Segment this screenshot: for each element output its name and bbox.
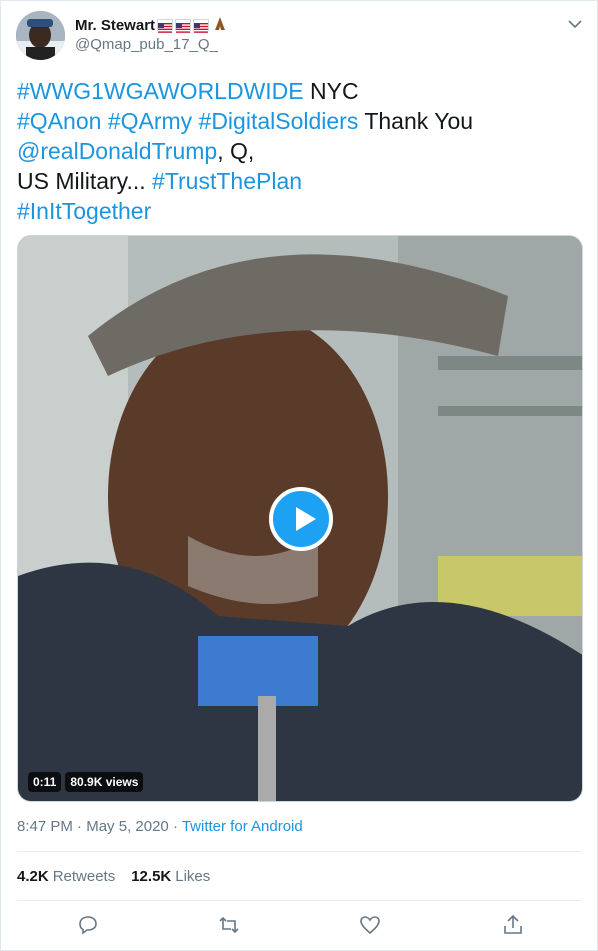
- video-duration: 0:11: [28, 772, 62, 792]
- retweet-icon[interactable]: [217, 913, 241, 937]
- hashtag-link[interactable]: #WWG1WGAWORLDWIDE: [17, 78, 304, 104]
- tweet-text-segment: US Military...: [17, 168, 153, 194]
- tweet-text-line: @realDonaldTrump, Q,: [17, 136, 577, 166]
- likes-stat[interactable]: 12.5K Likes: [131, 868, 210, 885]
- folded-hands-icon: [212, 16, 228, 35]
- tweet-text-segment: NYC: [303, 78, 359, 104]
- meta-separator: ·: [72, 818, 87, 835]
- us-flag-icon: [175, 19, 192, 33]
- share-icon[interactable]: [501, 913, 525, 937]
- tweet-text: #WWG1WGAWORLDWIDE NYC #QAnon #QArmy #Digi…: [17, 76, 577, 226]
- tweet-text-line: #QAnon #QArmy #DigitalSoldiers Thank You: [17, 106, 577, 136]
- tweet-stats: 4.2K Retweets 12.5K Likes: [17, 868, 210, 885]
- video-views: 80.9K views: [65, 772, 144, 792]
- hashtag-link[interactable]: #QAnon: [17, 108, 101, 134]
- avatar[interactable]: [16, 11, 65, 60]
- hashtag-link[interactable]: #InItTogether: [17, 198, 151, 224]
- play-button[interactable]: [269, 487, 333, 551]
- tweet-text-line: US Military... #TrustThePlan: [17, 166, 577, 196]
- tweet-source[interactable]: Twitter for Android: [182, 818, 303, 835]
- likes-label: Likes: [175, 868, 211, 885]
- hashtag-link[interactable]: #QArmy: [108, 108, 192, 134]
- hashtag-link[interactable]: #DigitalSoldiers: [199, 108, 359, 134]
- tweet-text-segment: , Q,: [217, 138, 255, 164]
- meta-separator: ·: [168, 818, 182, 835]
- chevron-down-icon[interactable]: [565, 14, 585, 34]
- tweet-text-line: #WWG1WGAWORLDWIDE NYC: [17, 76, 577, 106]
- us-flag-icon: [193, 19, 210, 33]
- tweet-text-line: #InItTogether: [17, 196, 577, 226]
- tweet-meta: 8:47 PM · May 5, 2020 · Twitter for Andr…: [17, 818, 303, 835]
- like-icon[interactable]: [358, 913, 382, 937]
- tweet-text-segment: Thank You: [358, 108, 474, 134]
- divider: [17, 900, 582, 901]
- divider: [17, 851, 582, 852]
- tweet-time[interactable]: 8:47 PM: [17, 818, 73, 835]
- retweets-count: 4.2K: [17, 868, 49, 885]
- us-flag-icon: [157, 19, 174, 33]
- mention-link[interactable]: @realDonaldTrump: [17, 138, 217, 164]
- display-name[interactable]: Mr. Stewart: [75, 17, 155, 34]
- tweet-date[interactable]: May 5, 2020: [86, 818, 169, 835]
- hashtag-link[interactable]: #TrustThePlan: [152, 168, 302, 194]
- reply-icon[interactable]: [76, 913, 100, 937]
- user-name-row[interactable]: Mr. Stewart: [75, 15, 228, 35]
- retweets-stat[interactable]: 4.2K Retweets: [17, 868, 115, 885]
- user-handle[interactable]: @Qmap_pub_17_Q_: [75, 36, 218, 53]
- retweets-label: Retweets: [52, 868, 116, 885]
- video-player[interactable]: 0:11 80.9K views: [17, 235, 583, 802]
- likes-count: 12.5K: [131, 868, 172, 885]
